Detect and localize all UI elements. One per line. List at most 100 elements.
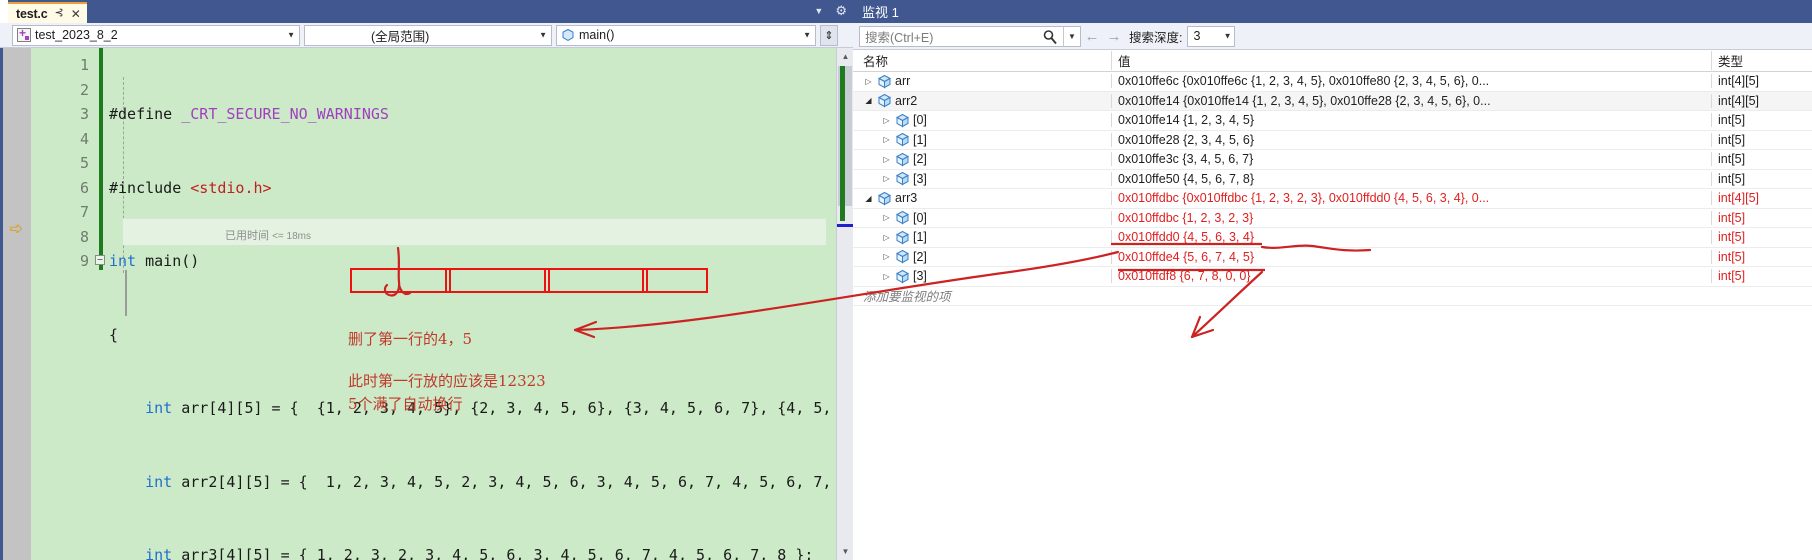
pin-icon[interactable]: ⊰ xyxy=(54,8,63,19)
watch-variable-type: int[5] xyxy=(1711,152,1811,167)
chevron-right-icon[interactable]: ▷ xyxy=(881,233,892,242)
watch-variable-value[interactable]: 0x010ffdd0 {4, 5, 6, 3, 4} xyxy=(1111,230,1711,245)
watch-row-name-cell[interactable]: ▷ [2] xyxy=(853,249,1111,264)
watch-row-name-cell[interactable]: ▷ [0] xyxy=(853,113,1111,128)
table-row[interactable]: ▷ arr 0x010ffe6c {0x010ffe6c {1, 2, 3, 4, … xyxy=(853,72,1812,92)
code-token: int xyxy=(145,546,173,560)
watch-row-name-cell[interactable]: ▷ [1] xyxy=(853,132,1111,147)
editor-tab-strip: test.c ⊰ ✕ ▼ ⚙ xyxy=(0,0,853,23)
watch-row-name-cell[interactable]: ▷ arr xyxy=(853,74,1111,89)
chevron-down-icon[interactable]: ◢ xyxy=(863,194,874,203)
scroll-up-icon[interactable]: ▲ xyxy=(837,48,854,65)
watch-variable-type: int[5] xyxy=(1711,269,1811,284)
gear-icon[interactable]: ⚙ xyxy=(835,3,847,19)
tab-test-c[interactable]: test.c ⊰ ✕ xyxy=(8,2,87,23)
table-row[interactable]: ▷ [1] 0x010ffdd0 {4, 5, 6, 3, 4} int[5] xyxy=(853,228,1812,248)
watch-row-name-cell[interactable]: ▷ [0] xyxy=(853,210,1111,225)
watch-variable-name: arr3 xyxy=(895,191,918,206)
search-input[interactable]: 搜索(Ctrl+E) ▼ xyxy=(859,25,1081,47)
column-header-name[interactable]: 名称 xyxy=(853,51,1111,70)
breakpoint-margin[interactable] xyxy=(3,48,31,560)
scroll-down-icon[interactable]: ▼ xyxy=(837,543,854,560)
function-dropdown[interactable]: main() ▼ xyxy=(556,24,816,46)
watch-row-name-cell[interactable]: ▷ [2] xyxy=(853,152,1111,167)
watch-variable-value[interactable]: 0x010ffde4 {5, 6, 7, 4, 5} xyxy=(1111,249,1711,264)
project-icon xyxy=(17,26,31,42)
table-row[interactable]: ▷ [1] 0x010ffe28 {2, 3, 4, 5, 6} int[5] xyxy=(853,131,1812,150)
chevron-right-icon[interactable]: ▷ xyxy=(881,155,892,164)
watch-row-name-cell[interactable]: ▷ [1] xyxy=(853,230,1111,245)
chevron-right-icon[interactable]: ▷ xyxy=(881,174,892,183)
column-header-value[interactable]: 值 xyxy=(1111,51,1711,70)
project-dropdown[interactable]: test_2023_8_2 ▼ xyxy=(12,24,300,46)
table-row[interactable]: ▷ [0] 0x010ffdbc {1, 2, 3, 2, 3} int[5] xyxy=(853,209,1812,228)
elapsed-value: <= 18ms xyxy=(272,231,311,242)
watch-variable-name: arr2 xyxy=(895,93,918,108)
table-row[interactable]: ▷ [0] 0x010ffe14 {1, 2, 3, 4, 5} int[5] xyxy=(853,111,1812,131)
watch-row-name-cell[interactable]: ◢ arr3 xyxy=(853,191,1111,206)
caret-position-marker xyxy=(837,224,854,227)
source-code[interactable]: #define _CRT_SECURE_NO_WARNINGS #include… xyxy=(95,53,853,560)
scope-dropdown[interactable]: (全局范围) ▼ xyxy=(304,24,552,46)
watch-variable-value[interactable]: 0x010ffdf8 {6, 7, 8, 0, 0} xyxy=(1111,269,1711,284)
collapse-icon[interactable]: − xyxy=(95,255,105,265)
chevron-down-icon[interactable]: ◢ xyxy=(863,96,874,105)
editor-annotation-2: 此时第一行放的应该是12323 xyxy=(348,372,546,390)
chevron-right-icon[interactable]: ▷ xyxy=(881,272,892,281)
table-row[interactable]: ▷ [2] 0x010ffe3c {3, 4, 5, 6, 7} int[5] xyxy=(853,150,1812,170)
table-row[interactable]: ◢ arr2 0x010ffe14 {0x010ffe14 {1, 2, 3, 4,… xyxy=(853,91,1812,111)
close-icon[interactable]: ✕ xyxy=(71,8,81,20)
watch-variable-value[interactable]: 0x010ffe50 {4, 5, 6, 7, 8} xyxy=(1111,171,1711,186)
variable-cube-icon xyxy=(877,74,892,89)
code-line-5: int arr[4][5] = { {1, 2, 3, 4, 5}, {2, 3… xyxy=(109,396,853,421)
tab-strip-spacer xyxy=(0,0,8,23)
watch-variable-value[interactable]: 0x010ffe3c {3, 4, 5, 6, 7} xyxy=(1111,152,1711,167)
chevron-right-icon[interactable]: ▷ xyxy=(863,77,874,86)
search-options-dropdown[interactable]: ▼ xyxy=(1063,26,1080,46)
watch-variable-value[interactable]: 0x010ffe14 {1, 2, 3, 4, 5} xyxy=(1111,113,1711,128)
code-token: arr3[4][5] = { 1, 2, 3, 2, 3, 4, 5, 6, 3… xyxy=(172,546,814,560)
add-watch-row[interactable]: 添加要监视的项 xyxy=(853,287,1812,306)
table-row[interactable]: ▷ [3] 0x010ffe50 {4, 5, 6, 7, 8} int[5] xyxy=(853,170,1812,189)
editor-pane: test.c ⊰ ✕ ▼ ⚙ test_2023_8_2 ▼ (全局范围) ▼ xyxy=(0,0,854,560)
arrow-right-icon[interactable]: → xyxy=(1103,25,1125,47)
table-row[interactable]: ◢ arr3 0x010ffdbc {0x010ffdbc {1, 2, 3, 2,… xyxy=(853,189,1812,209)
watch-variable-value[interactable]: 0x010ffe14 {0x010ffe14 {1, 2, 3, 4, 5}, … xyxy=(1111,93,1711,108)
column-header-type[interactable]: 类型 xyxy=(1711,51,1811,70)
split-view-button[interactable]: ⇕ xyxy=(820,24,838,46)
magnifier-icon[interactable] xyxy=(1042,29,1058,45)
watch-variables-table[interactable]: 名称 值 类型 ▷ arr 0x010ffe6c {0x010ffe6c {1, 2… xyxy=(853,50,1812,560)
chevron-down-icon: ▼ xyxy=(539,30,547,40)
chevron-right-icon[interactable]: ▷ xyxy=(881,213,892,222)
search-depth-input[interactable]: 3 ▼ xyxy=(1187,25,1236,47)
table-body: ▷ arr 0x010ffe6c {0x010ffe6c {1, 2, 3, 4, … xyxy=(853,72,1812,287)
watch-row-name-cell[interactable]: ◢ arr2 xyxy=(853,93,1111,108)
code-token: int xyxy=(145,399,173,417)
variable-cube-icon xyxy=(895,210,910,225)
watch-variable-type: int[5] xyxy=(1711,113,1811,128)
watch-window: 监视 1 搜索(Ctrl+E) ▼ ← → 搜索深度: 3 ▼ 名称 值 类型 … xyxy=(853,0,1812,560)
chevron-down-icon[interactable]: ▼ xyxy=(1224,32,1232,41)
chevron-down-icon[interactable]: ▼ xyxy=(814,6,823,16)
chevron-right-icon[interactable]: ▷ xyxy=(881,252,892,261)
search-placeholder: 搜索(Ctrl+E) xyxy=(865,30,934,45)
watch-variable-type: int[5] xyxy=(1711,230,1811,245)
chevron-right-icon[interactable]: ▷ xyxy=(881,135,892,144)
table-row[interactable]: ▷ [2] 0x010ffde4 {5, 6, 7, 4, 5} int[5] xyxy=(853,248,1812,267)
watch-row-name-cell[interactable]: ▷ [3] xyxy=(853,269,1111,284)
code-editor[interactable]: ➪ 1 2 3 4 5 6 7 8 9 #define _CRT_SECURE_… xyxy=(0,48,853,560)
arrow-left-icon[interactable]: ← xyxy=(1081,25,1103,47)
watch-toolbar: 搜索(Ctrl+E) ▼ ← → 搜索深度: 3 ▼ xyxy=(853,23,1812,50)
watch-row-name-cell[interactable]: ▷ [3] xyxy=(853,171,1111,186)
watch-variable-value[interactable]: 0x010ffdbc {0x010ffdbc {1, 2, 3, 2, 3}, … xyxy=(1111,191,1711,206)
watch-variable-value[interactable]: 0x010ffe28 {2, 3, 4, 5, 6} xyxy=(1111,132,1711,147)
search-depth-value: 3 xyxy=(1193,29,1201,43)
table-row[interactable]: ▷ [3] 0x010ffdf8 {6, 7, 8, 0, 0} int[5] xyxy=(853,267,1812,287)
watch-variable-value[interactable]: 0x010ffdbc {1, 2, 3, 2, 3} xyxy=(1111,210,1711,225)
chevron-right-icon[interactable]: ▷ xyxy=(881,116,892,125)
code-line-2: #include <stdio.h> xyxy=(109,176,853,201)
editor-vertical-scrollbar[interactable]: ▲ ▼ xyxy=(836,48,854,560)
editor-annotation-3: 5个满了自动换行 xyxy=(348,395,463,413)
watch-variable-name: [0] xyxy=(913,210,927,225)
watch-variable-value[interactable]: 0x010ffe6c {0x010ffe6c {1, 2, 3, 4, 5}, … xyxy=(1111,74,1711,89)
